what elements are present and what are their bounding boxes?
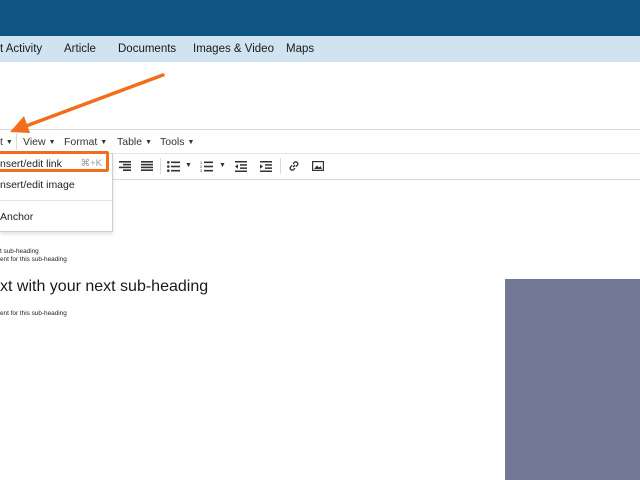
nav-item-maps[interactable]: Maps [286,36,314,62]
indent-icon[interactable] [258,158,274,174]
insert-dropdown-menu: nsert/edit link ⌘+K nsert/edit image Anc… [0,153,113,232]
caret-down-icon: ▼ [145,139,153,146]
caret-down-icon[interactable]: ▼ [185,162,192,169]
sub-heading-text: t sub-heading [0,248,39,255]
caret-down-icon: ▼ [5,139,13,146]
image-icon[interactable] [310,158,326,174]
caret-down-icon: ▼ [100,139,108,146]
align-justify-icon[interactable] [139,158,155,174]
menu-divider [16,134,17,150]
dropdown-item-anchor[interactable]: Anchor [0,207,112,227]
nav-item-article[interactable]: Article [64,36,96,62]
numbered-list-icon[interactable]: 123 [198,158,214,174]
sub-heading-title: xt with your next sub-heading [0,278,209,295]
shortcut-hint: ⌘+K [80,158,102,169]
link-icon[interactable] [286,158,302,174]
svg-text:3: 3 [200,169,202,172]
caret-down-icon[interactable]: ▼ [219,162,226,169]
toolbar-divider [280,158,281,174]
caret-down-icon: ▼ [48,139,56,146]
nav-bar: t Activity Article Documents Images & Vi… [0,36,640,62]
align-right-icon[interactable] [117,158,133,174]
sub-heading-content: ent for this sub-heading [0,256,67,263]
menu-view[interactable]: View ▼ [23,130,56,154]
caret-down-icon: ▼ [187,139,195,146]
editor-menubar: t ▼ View ▼ Format ▼ Table ▼ Tools ▼ [0,129,640,154]
menu-tools[interactable]: Tools ▼ [160,130,194,154]
sub-heading-content: ent for this sub-heading [0,310,67,317]
dropdown-item-insert-image[interactable]: nsert/edit image [0,175,112,195]
bullet-list-icon[interactable] [165,158,181,174]
dropdown-item-insert-link[interactable]: nsert/edit link ⌘+K [0,154,112,174]
outdent-icon[interactable] [233,158,249,174]
image-placeholder [505,279,640,480]
menu-table[interactable]: Table ▼ [117,130,152,154]
dropdown-divider [0,200,112,201]
nav-item-documents[interactable]: Documents [118,36,176,62]
nav-item-images-video[interactable]: Images & Video [193,36,274,62]
top-header-bar [0,0,640,36]
menu-insert[interactable]: t ▼ [0,130,13,154]
toolbar-divider [160,158,161,174]
menu-format[interactable]: Format ▼ [64,130,107,154]
nav-item-recent-activity[interactable]: t Activity [0,36,42,62]
